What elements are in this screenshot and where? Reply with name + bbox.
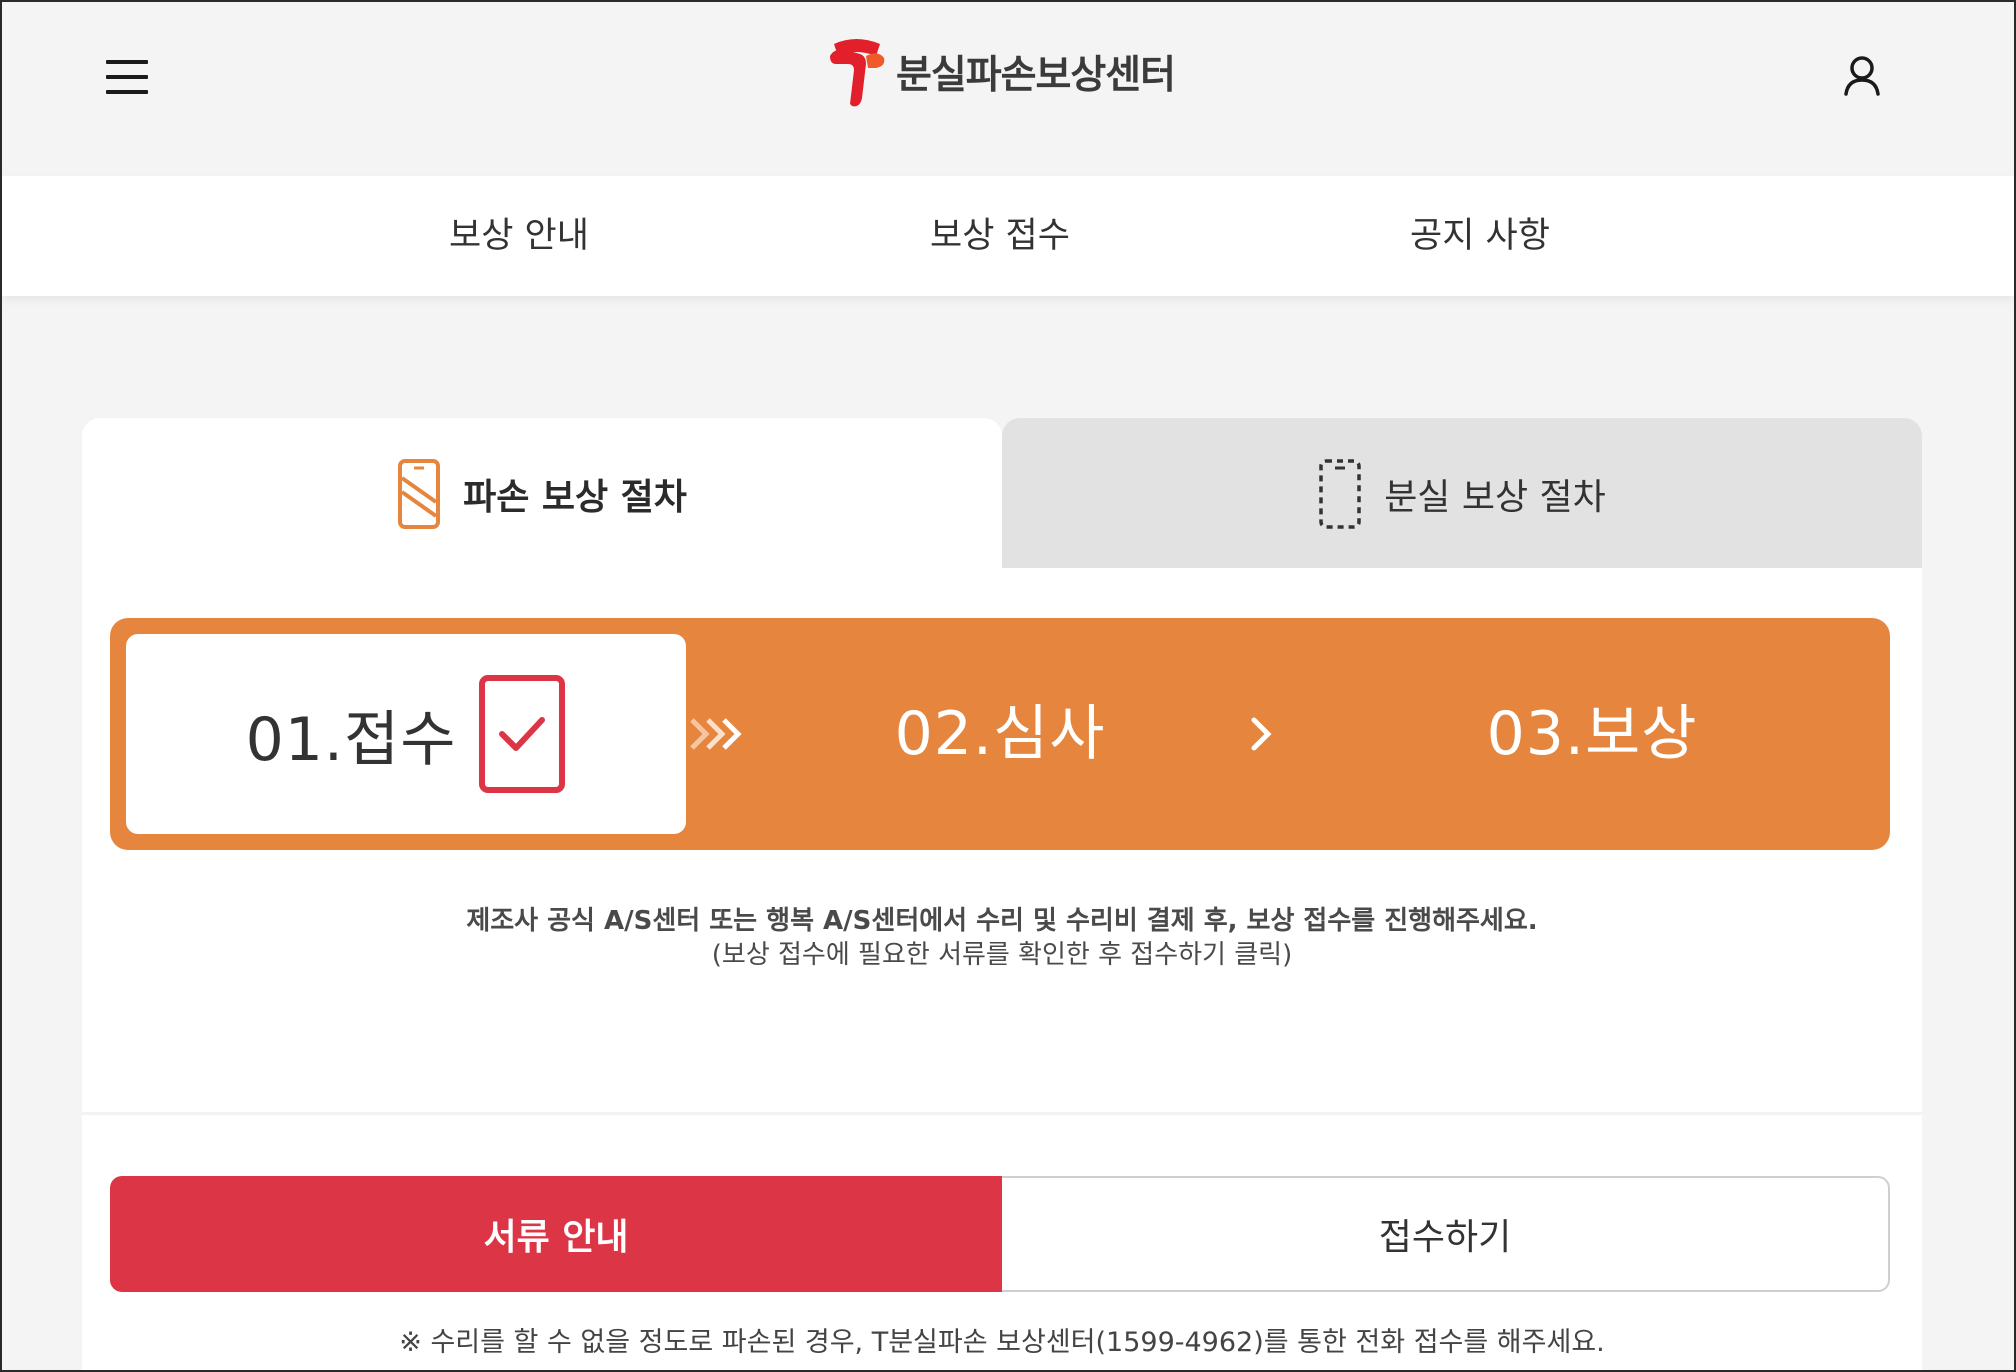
phone-damage-icon	[398, 459, 441, 529]
tab-damage-label: 파손 보상 절차	[463, 477, 687, 518]
page: 분실파손보상센터 보상 안내 보상 접수 공지 사항 파손 보상 절차 분실 보…	[0, 0, 2016, 1372]
tab-damage-procedure[interactable]: 파손 보상 절차	[82, 418, 1002, 570]
steps-bar: 01.접수 02.심사 03.보상	[110, 618, 1890, 850]
step-compensation-label: 03.보상	[1486, 699, 1698, 769]
triple-chevron-right-icon	[690, 718, 742, 750]
documents-guide-button[interactable]: 서류 안내	[110, 1176, 1002, 1292]
nav-item-notice[interactable]: 공지 사항	[1410, 176, 1550, 296]
main-nav: 보상 안내 보상 접수 공지 사항	[2, 176, 2014, 296]
t-logo-icon	[830, 39, 885, 107]
divider	[82, 1112, 1922, 1115]
phone-claim-note: ※ 수리를 할 수 없을 정도로 파손된 경우, T분실파손 보상센터(1599…	[399, 1327, 1605, 1358]
header: 분실파손보상센터	[2, 2, 2014, 176]
tab-lost-procedure[interactable]: 분실 보상 절차	[1002, 418, 1922, 570]
procedure-panel: 01.접수 02.심사 03.보상 제조사 공식 A/S센터 또는 행복 A/S…	[82, 568, 1922, 1370]
phone-lost-icon	[1319, 459, 1361, 529]
user-icon	[1844, 56, 1880, 96]
logo-text: 분실파손보상센터	[896, 53, 1176, 98]
step-receipt-label: 01.접수	[245, 704, 457, 775]
description-sub: (보상 접수에 필요한 서류를 확인한 후 접수하기 클릭)	[711, 940, 1293, 970]
nav-item-compensation-apply[interactable]: 보상 접수	[930, 176, 1070, 296]
nav-item-compensation-guide[interactable]: 보상 안내	[449, 176, 589, 296]
logo[interactable]: 분실파손보상센터	[826, 32, 1176, 112]
description: 제조사 공식 A/S센터 또는 행복 A/S센터에서 수리 및 수리비 결제 후…	[82, 904, 1922, 972]
description-main: 제조사 공식 A/S센터 또는 행복 A/S센터에서 수리 및 수리비 결제 후…	[466, 906, 1538, 936]
user-account-icon[interactable]	[1842, 54, 1882, 98]
checkbox-checked-icon	[479, 675, 566, 793]
step-receipt: 01.접수	[126, 634, 686, 834]
tab-lost-label: 분실 보상 절차	[1384, 477, 1606, 518]
chevron-right-icon	[1251, 717, 1272, 751]
submit-claim-button[interactable]: 접수하기	[1002, 1176, 1890, 1292]
hamburger-menu-icon[interactable]	[106, 58, 152, 96]
step-review-label: 02.심사	[894, 699, 1106, 769]
